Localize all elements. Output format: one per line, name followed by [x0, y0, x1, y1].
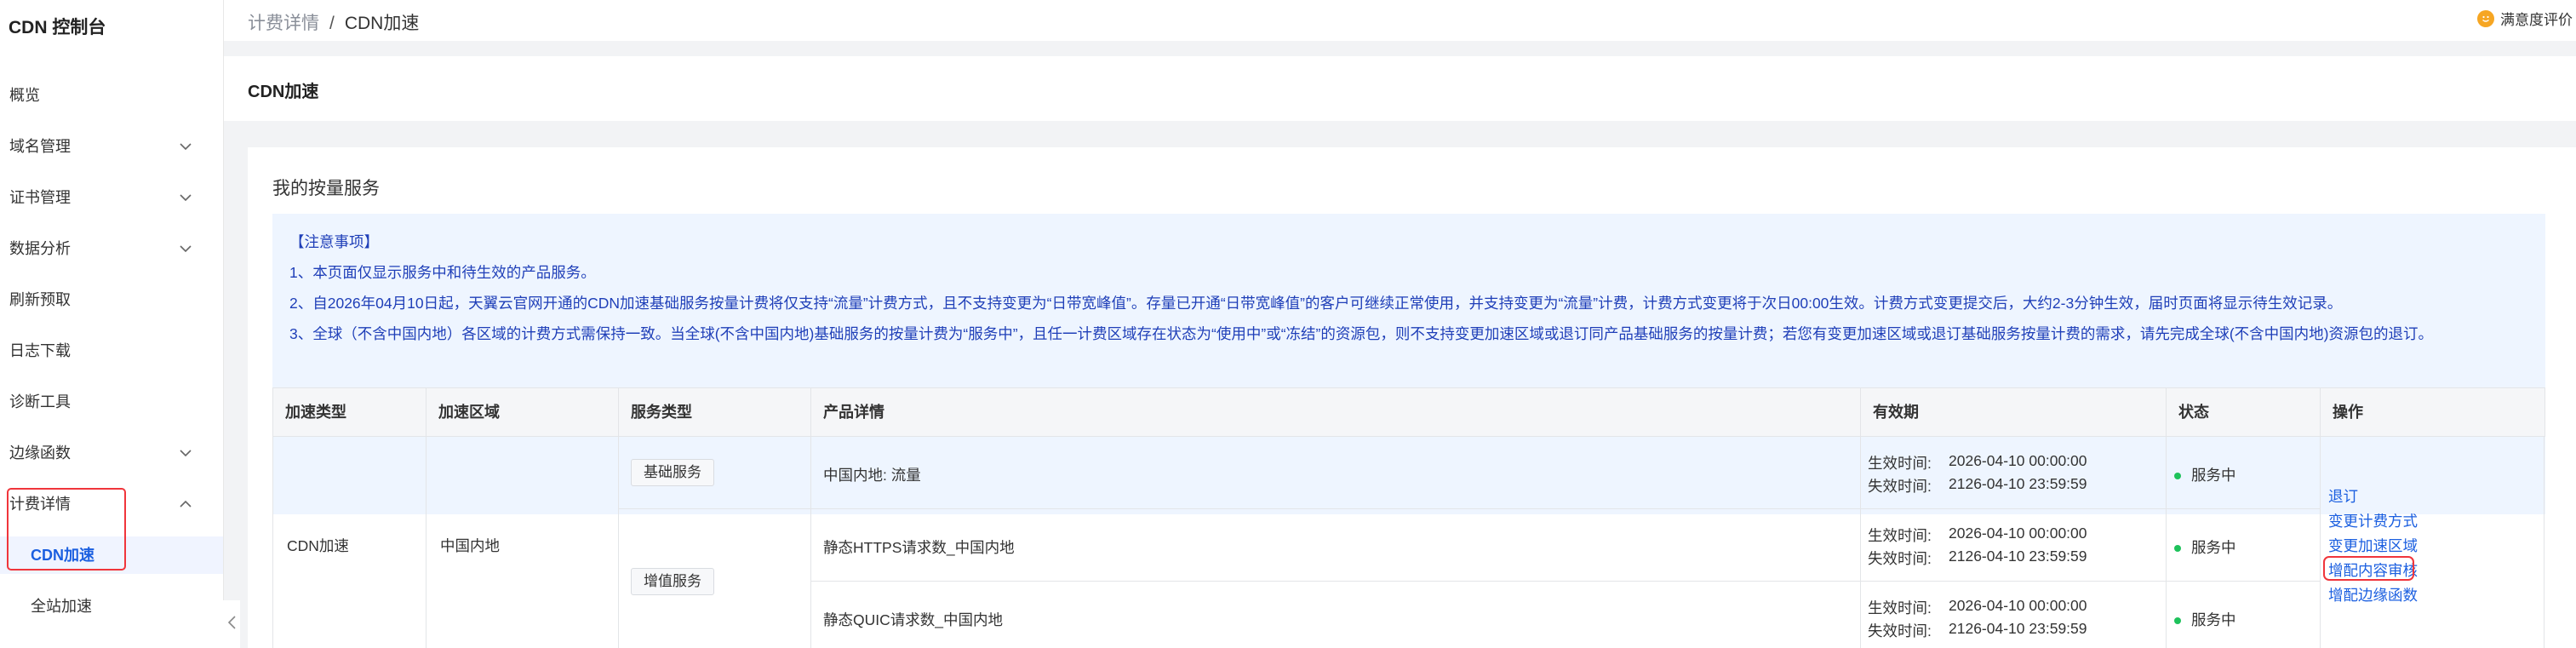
chevron-up-icon — [177, 485, 194, 523]
accel-region-cell: 中国内地 — [440, 537, 500, 554]
sidebar-item-diagnostic-tools[interactable]: 诊断工具 — [0, 383, 223, 421]
survey-label: 满意度评价 — [2500, 12, 2573, 28]
validity-start-value: 2026-04-10 00:00:00 — [1949, 452, 2087, 469]
validity-start-label: 生效时间: — [1868, 527, 1932, 544]
sidebar-item-label: 诊断工具 — [9, 393, 71, 410]
chevron-down-icon — [177, 230, 194, 267]
table-border — [272, 437, 273, 648]
table-border — [2544, 437, 2545, 648]
column-header-accel-type: 加速类型 — [273, 388, 426, 436]
sidebar-item-label: 概览 — [9, 87, 40, 104]
table-border — [2166, 437, 2167, 648]
breadcrumb-separator: / — [329, 14, 335, 33]
status-cell: 服务中 — [2174, 609, 2236, 630]
table-header: 加速类型 加速区域 服务类型 产品详情 有效期 状态 操作 — [272, 387, 2545, 437]
status-dot — [2174, 617, 2181, 625]
status-dot — [2174, 545, 2181, 553]
chevron-down-icon — [177, 434, 194, 472]
validity-start-value: 2026-04-10 00:00:00 — [1949, 525, 2087, 542]
smile-icon — [2477, 9, 2494, 27]
sidebar-collapse-handle[interactable] — [223, 600, 240, 648]
table-border — [618, 437, 619, 648]
status-text: 服务中 — [2191, 611, 2236, 628]
service-type-tag-value-added: 增值服务 — [631, 568, 714, 595]
validity-end-value: 2126-04-10 23:59:59 — [1949, 475, 2087, 492]
validity-end-value: 2126-04-10 23:59:59 — [1949, 548, 2087, 565]
row-divider — [810, 581, 2321, 582]
table-border — [2320, 437, 2321, 648]
notice-line: 1、本页面仅显示服务中和待生效的产品服务。 — [289, 264, 596, 281]
accel-type-cell: CDN加速 — [287, 537, 349, 554]
sidebar-item-refresh-prefetch[interactable]: 刷新预取 — [0, 281, 223, 318]
breadcrumb-item-billing[interactable]: 计费详情 — [248, 14, 319, 33]
validity-start-label: 生效时间: — [1868, 599, 1932, 616]
column-header-operations: 操作 — [2333, 404, 2363, 421]
column-header-status: 状态 — [2167, 388, 2321, 436]
status-cell: 服务中 — [2174, 536, 2236, 558]
highlight-box-billing — [7, 488, 126, 571]
change-accel-region-link[interactable]: 变更加速区域 — [2328, 535, 2418, 556]
sidebar-item-data-analysis[interactable]: 数据分析 — [0, 230, 223, 267]
sidebar-item-label: 全站加速 — [31, 598, 92, 615]
sidebar-item-label: 证书管理 — [9, 189, 71, 206]
breadcrumb-item-current: CDN加速 — [344, 14, 420, 33]
validity-end-label: 失效时间: — [1868, 478, 1932, 495]
validity-end-label: 失效时间: — [1868, 622, 1932, 639]
status-dot — [2174, 473, 2181, 480]
sidebar-item-label: 数据分析 — [9, 240, 71, 257]
validity-end-value: 2126-04-10 23:59:59 — [1949, 620, 2087, 637]
validity-start-label: 生效时间: — [1868, 455, 1932, 472]
sidebar-item-label: 刷新预取 — [9, 291, 71, 308]
sidebar-item-edge-functions[interactable]: 边缘函数 — [0, 434, 223, 472]
sidebar-item-label: 日志下载 — [9, 342, 71, 359]
status-text: 服务中 — [2191, 539, 2236, 556]
product-detail-cell: 中国内地: 流量 — [823, 467, 921, 484]
highlight-box-content-moderation — [2323, 556, 2414, 581]
add-edge-function-link[interactable]: 增配边缘函数 — [2328, 584, 2418, 605]
console-title: CDN 控制台 — [9, 18, 106, 37]
column-header-accel-region: 加速区域 — [426, 388, 619, 436]
sidebar-item-full-site-acceleration[interactable]: 全站加速 — [0, 588, 223, 625]
change-billing-method-link[interactable]: 变更计费方式 — [2328, 510, 2418, 531]
sidebar-item-overview[interactable]: 概览 — [0, 77, 223, 114]
column-header-service-type: 服务类型 — [619, 388, 811, 436]
chevron-down-icon — [177, 128, 194, 165]
sidebar-item-certificate-management[interactable]: 证书管理 — [0, 179, 223, 216]
unsubscribe-link[interactable]: 退订 — [2328, 485, 2358, 507]
page-title: CDN加速 — [248, 83, 319, 101]
satisfaction-survey-button[interactable]: 满意度评价 — [2477, 8, 2573, 29]
column-header-product-details: 产品详情 — [811, 388, 1861, 436]
notice-line: 2、自2026年04月10日起，天翼云官网开通的CDN加速基础服务按量计费将仅支… — [289, 295, 2343, 312]
sidebar-item-label: 边缘函数 — [9, 444, 71, 462]
sidebar-item-log-download[interactable]: 日志下载 — [0, 332, 223, 370]
notice-line: 3、全球（不含中国内地）各区域的计费方式需保持一致。当全球(不含中国内地)基础服… — [289, 325, 2433, 342]
validity-start-value: 2026-04-10 00:00:00 — [1949, 597, 2087, 614]
product-detail-cell: 静态QUIC请求数_中国内地 — [823, 611, 1003, 628]
product-detail-cell: 静态HTTPS请求数_中国内地 — [823, 539, 1015, 556]
validity-end-label: 失效时间: — [1868, 550, 1932, 567]
top-bar: 计费详情 / CDN加速 满意度评价 — [224, 0, 2576, 41]
card-title: 我的按量服务 — [272, 179, 380, 198]
chevron-down-icon — [177, 179, 194, 216]
row-divider — [618, 508, 2321, 509]
sidebar-item-label: 域名管理 — [9, 138, 71, 155]
column-header-validity: 有效期 — [1861, 388, 2167, 436]
breadcrumb: 计费详情 / CDN加速 — [248, 9, 419, 35]
sidebar: CDN 控制台 概览 域名管理 证书管理 数据分析 刷新预取 日志下载 诊断工具… — [0, 0, 224, 648]
status-text: 服务中 — [2191, 467, 2236, 484]
page-header: CDN加速 — [224, 56, 2576, 121]
notice-heading: 【注意事项】 — [289, 233, 379, 250]
status-cell: 服务中 — [2174, 464, 2236, 485]
sidebar-item-domain-management[interactable]: 域名管理 — [0, 128, 223, 165]
chevron-left-icon — [227, 615, 236, 634]
service-type-tag-basic: 基础服务 — [631, 459, 714, 486]
table-border — [810, 437, 811, 648]
table-border — [1860, 437, 1861, 648]
